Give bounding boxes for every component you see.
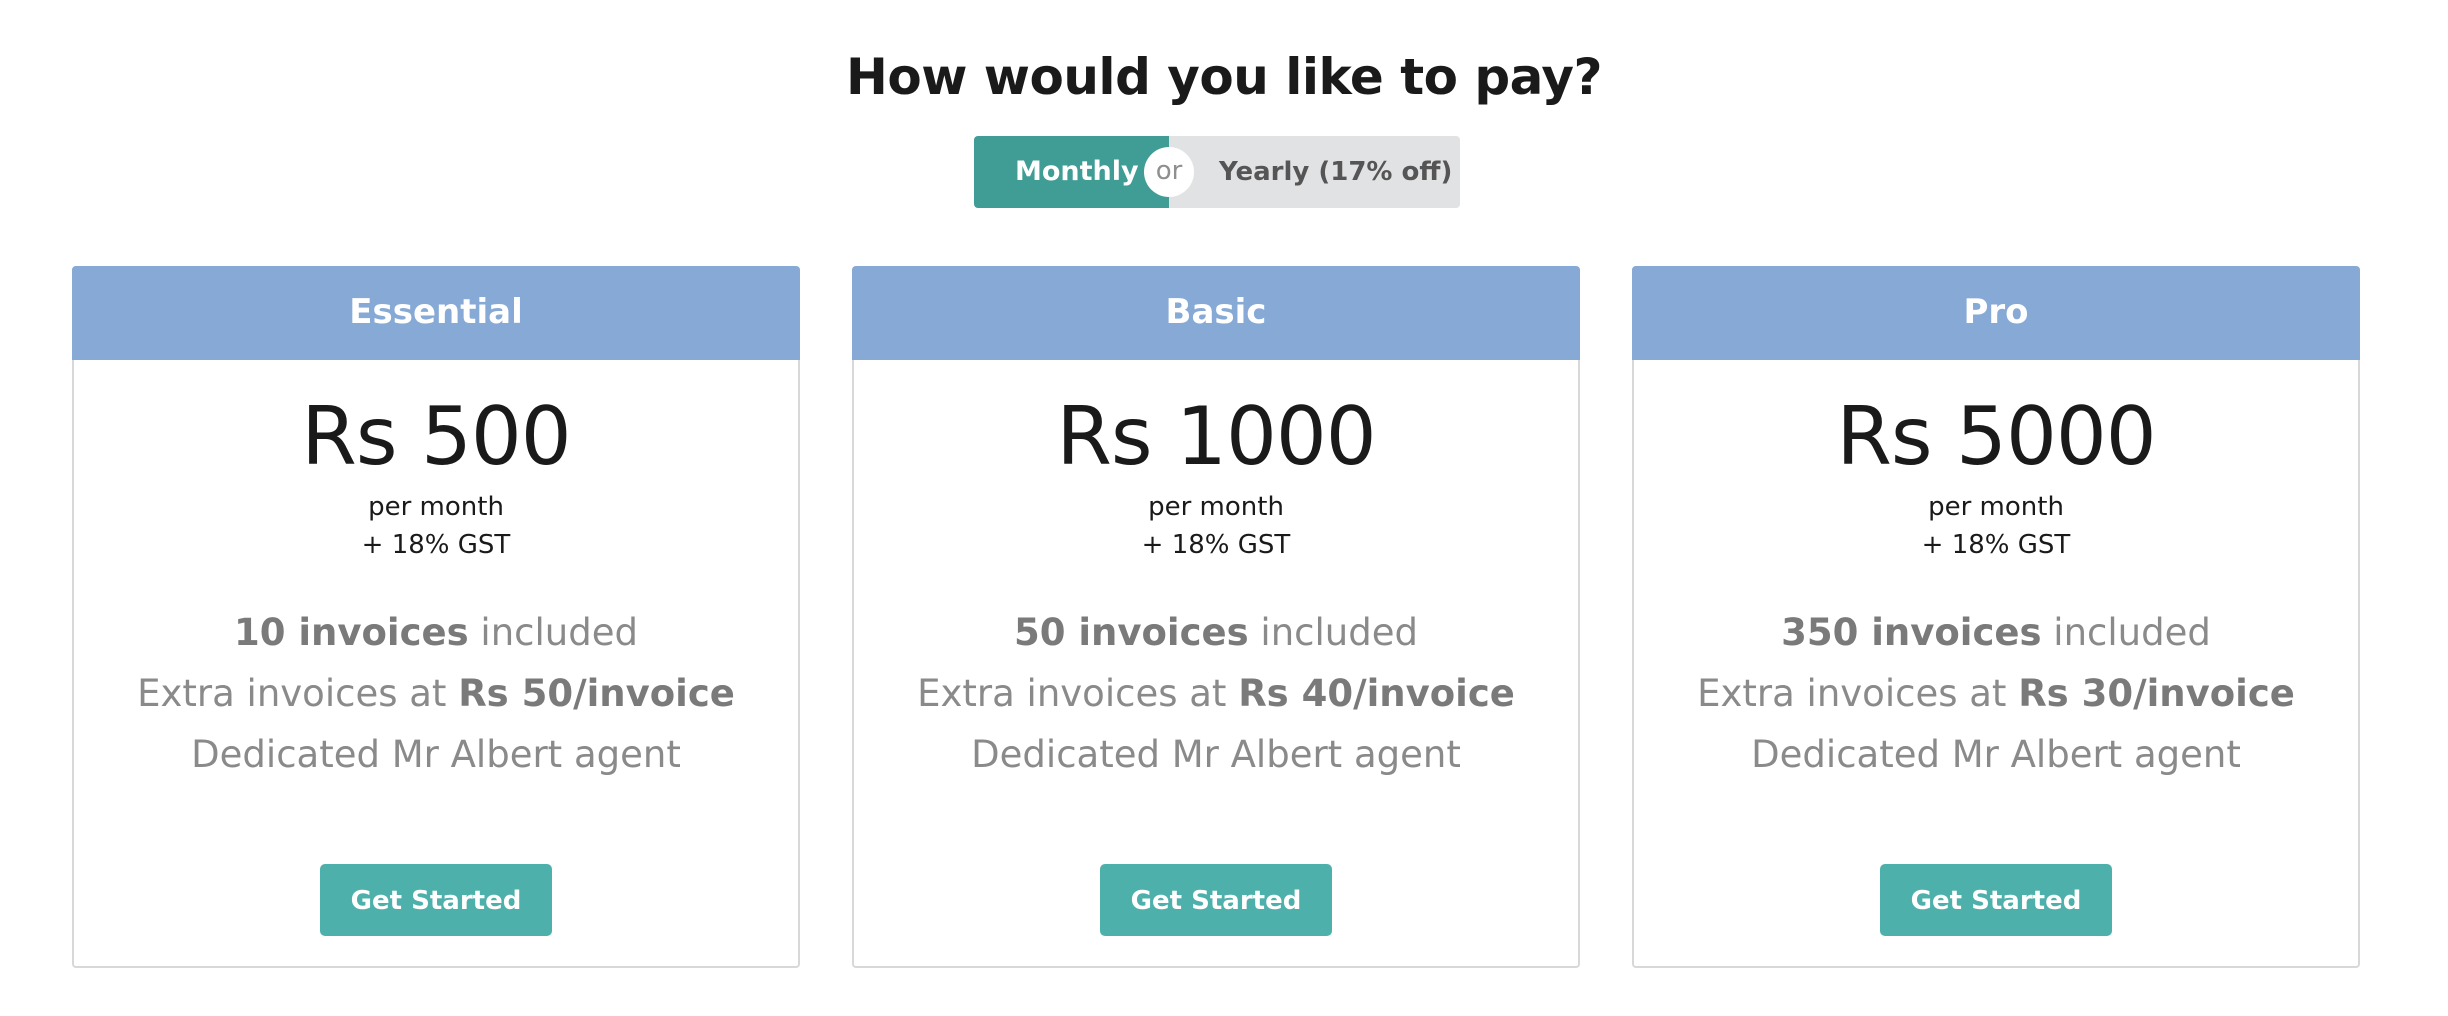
plan-card-basic: Basic Rs 1000 per month + 18% GST 50 inv… <box>852 266 1580 968</box>
extra-prefix: Extra invoices at <box>1697 672 2019 715</box>
plan-card-pro: Pro Rs 5000 per month + 18% GST 350 invo… <box>1632 266 2360 968</box>
plan-period: per month <box>1928 492 2064 522</box>
page-title: How would you like to pay? <box>846 48 1602 106</box>
included-suffix: included <box>468 611 638 654</box>
billing-toggle-yearly[interactable]: Yearly (17% off) <box>1169 136 1460 208</box>
feature-included-invoices: 10 invoices included <box>74 602 798 663</box>
included-count: 350 invoices <box>1781 611 2042 654</box>
plan-tax: + 18% GST <box>1921 530 2071 560</box>
feature-included-invoices: 50 invoices included <box>854 602 1578 663</box>
billing-toggle-or-separator: or <box>1144 147 1194 197</box>
get-started-button[interactable]: Get Started <box>1100 864 1332 936</box>
pricing-page: How would you like to pay? Monthly Yearl… <box>0 0 2448 1016</box>
plan-tax: + 18% GST <box>361 530 511 560</box>
plan-period: per month <box>368 492 504 522</box>
plan-features: 50 invoices included Extra invoices at R… <box>854 602 1578 785</box>
plan-features: 10 invoices included Extra invoices at R… <box>74 602 798 785</box>
plan-price: Rs 1000 <box>1056 390 1376 483</box>
extra-prefix: Extra invoices at <box>917 672 1239 715</box>
billing-toggle-monthly[interactable]: Monthly <box>974 136 1169 208</box>
included-suffix: included <box>1248 611 1418 654</box>
extra-rate: Rs 40/invoice <box>1238 672 1515 715</box>
plan-name: Basic <box>852 266 1580 360</box>
plan-period: per month <box>1148 492 1284 522</box>
plan-tax: + 18% GST <box>1141 530 1291 560</box>
feature-included-invoices: 350 invoices included <box>1634 602 2358 663</box>
plan-price: Rs 500 <box>301 390 571 483</box>
plan-features: 350 invoices included Extra invoices at … <box>1634 602 2358 785</box>
feature-extra-invoices: Extra invoices at Rs 30/invoice <box>1634 663 2358 724</box>
feature-agent: Dedicated Mr Albert agent <box>191 733 681 776</box>
feature-agent: Dedicated Mr Albert agent <box>1751 733 2241 776</box>
feature-extra-invoices: Extra invoices at Rs 50/invoice <box>74 663 798 724</box>
feature-extra-invoices: Extra invoices at Rs 40/invoice <box>854 663 1578 724</box>
get-started-button[interactable]: Get Started <box>320 864 552 936</box>
included-count: 10 invoices <box>234 611 469 654</box>
plan-name: Essential <box>72 266 800 360</box>
extra-rate: Rs 50/invoice <box>458 672 735 715</box>
feature-agent: Dedicated Mr Albert agent <box>971 733 1461 776</box>
included-count: 50 invoices <box>1014 611 1249 654</box>
extra-prefix: Extra invoices at <box>137 672 459 715</box>
extra-rate: Rs 30/invoice <box>2018 672 2295 715</box>
billing-toggle: Monthly Yearly (17% off) or <box>974 136 1460 208</box>
plan-card-essential: Essential Rs 500 per month + 18% GST 10 … <box>72 266 800 968</box>
plan-price: Rs 5000 <box>1836 390 2156 483</box>
get-started-button[interactable]: Get Started <box>1880 864 2112 936</box>
plan-name: Pro <box>1632 266 2360 360</box>
included-suffix: included <box>2041 611 2211 654</box>
